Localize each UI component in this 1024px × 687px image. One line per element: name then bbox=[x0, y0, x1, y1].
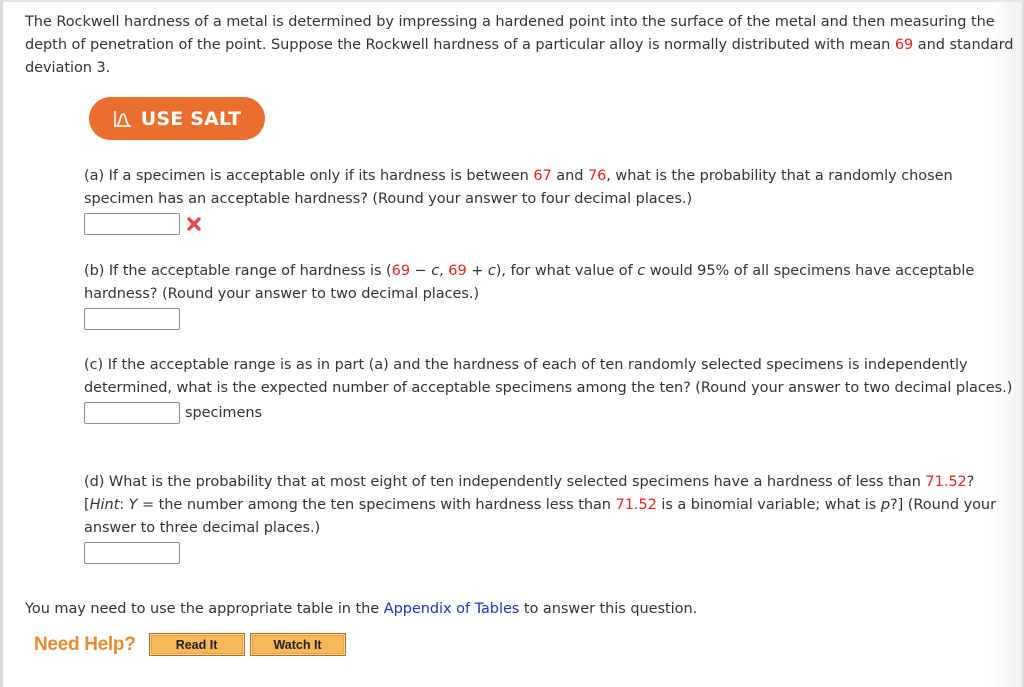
range-high: 76 bbox=[587, 168, 607, 184]
wrong-x-icon bbox=[187, 217, 201, 231]
part-b: (b) If the acceptable range of hardness … bbox=[84, 260, 1014, 332]
part-c: (c) If the acceptable range is as in par… bbox=[84, 354, 1014, 426]
part-d-question: (d) What is the probability that at most… bbox=[84, 474, 996, 536]
use-salt-button[interactable]: USE SALT bbox=[89, 97, 265, 140]
appendix-of-tables-link[interactable]: Appendix of Tables bbox=[384, 601, 520, 617]
part-d: (d) What is the probability that at most… bbox=[84, 471, 1014, 566]
part-a-answer-input[interactable] bbox=[84, 213, 180, 235]
part-c-question: (c) If the acceptable range is as in par… bbox=[84, 357, 1013, 396]
salt-curve-icon bbox=[113, 110, 131, 127]
need-help-bar: Need Help? Read It Watch It bbox=[34, 633, 351, 656]
question-panel: The Rockwell hardness of a metal is dete… bbox=[0, 0, 1024, 687]
watch-it-button[interactable]: Watch It bbox=[249, 633, 346, 656]
part-b-answer-input[interactable] bbox=[84, 308, 180, 330]
use-salt-label: USE SALT bbox=[140, 107, 242, 130]
range-low: 67 bbox=[533, 168, 552, 184]
part-c-unit-label: specimens bbox=[185, 404, 263, 421]
part-b-question: (b) If the acceptable range of hardness … bbox=[84, 263, 975, 302]
mean-value: 69 bbox=[894, 37, 914, 53]
need-help-label: Need Help? bbox=[34, 633, 136, 655]
appendix-note: You may need to use the appropriate tabl… bbox=[25, 601, 698, 617]
problem-statement: The Rockwell hardness of a metal is dete… bbox=[25, 14, 1014, 76]
part-a: (a) If a specimen is acceptable only if … bbox=[84, 165, 1014, 237]
read-it-button[interactable]: Read It bbox=[148, 633, 245, 656]
part-d-answer-input[interactable] bbox=[84, 542, 180, 564]
part-c-answer-input[interactable] bbox=[84, 402, 180, 424]
part-a-question: (a) If a specimen is acceptable only if … bbox=[84, 168, 953, 207]
